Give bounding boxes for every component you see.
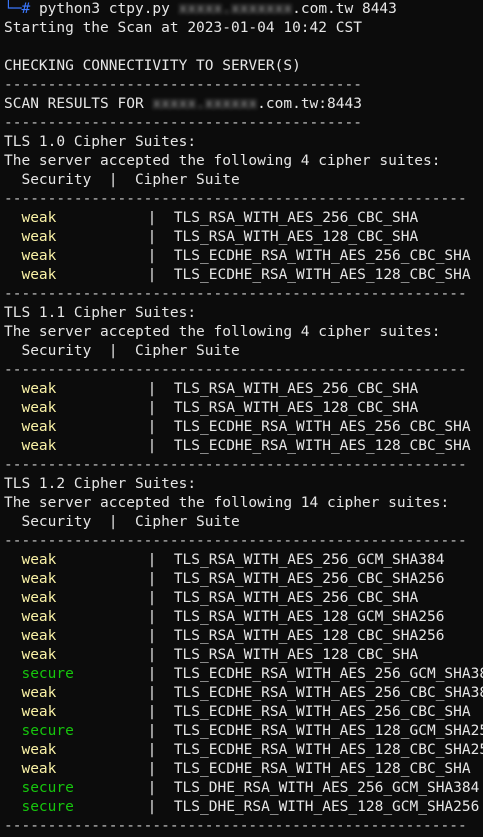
security-level: weak (21, 419, 57, 435)
cipher-row: weak | TLS_ECDHE_RSA_WITH_AES_128_CBC_SHA (21, 267, 471, 283)
cipher-suite-name: TLS_RSA_WITH_AES_128_CBC_SHA (173, 229, 419, 245)
long-separator: ----------------------------------------… (4, 191, 467, 207)
command-host-redacted: xxxxx.xxxxxxx (178, 1, 293, 17)
security-level: weak (21, 761, 57, 777)
cipher-suite-name: TLS_ECDHE_RSA_WITH_AES_128_CBC_SHA (173, 267, 471, 283)
cipher-suite-name: TLS_ECDHE_RSA_WITH_AES_256_GCM_SHA384 (173, 666, 483, 682)
terminal-output[interactable]: └─# python3 ctpy.py xxxxx.xxxxxxx.com.tw… (4, 0, 483, 836)
security-level: secure (21, 723, 74, 739)
command-line: └─# python3 ctpy.py xxxxx.xxxxxxx.com.tw… (4, 0, 483, 19)
security-level: weak (21, 590, 57, 606)
long-separator: ----------------------------------------… (4, 457, 467, 473)
cipher-suite-name: TLS_ECDHE_RSA_WITH_AES_128_GCM_SHA256 (173, 723, 483, 739)
cipher-row: secure | TLS_DHE_RSA_WITH_AES_256_GCM_SHA… (21, 780, 480, 796)
cipher-suite-name: TLS_ECDHE_RSA_WITH_AES_256_CBC_SHA384 (173, 685, 483, 701)
cipher-suite-name: TLS_RSA_WITH_AES_128_CBC_SHA256 (173, 628, 445, 644)
short-separator: ----------------------------------------… (4, 77, 362, 93)
cipher-row: weak | TLS_ECDHE_RSA_WITH_AES_256_CBC_SHA (21, 248, 471, 264)
cipher-row: weak | TLS_RSA_WITH_AES_256_GCM_SHA384 (21, 552, 445, 568)
table-header: Security | Cipher Suite (4, 343, 240, 359)
command-suffix: .com.tw 8443 (292, 1, 397, 17)
results-prefix: SCAN RESULTS FOR (4, 96, 153, 112)
cipher-row: secure | TLS_ECDHE_RSA_WITH_AES_128_GCM_S… (4, 722, 483, 741)
security-level: weak (21, 704, 57, 720)
security-level: weak (21, 381, 57, 397)
cipher-row: secure | TLS_ECDHE_RSA_WITH_AES_256_GCM_S… (4, 665, 483, 684)
security-level: secure (21, 799, 74, 815)
cipher-suite-name: TLS_RSA_WITH_AES_256_GCM_SHA384 (173, 552, 445, 568)
cipher-suite-name: TLS_RSA_WITH_AES_128_CBC_SHA (173, 400, 419, 416)
cipher-row: weak | TLS_RSA_WITH_AES_256_CBC_SHA256 (21, 571, 445, 587)
results-suffix: .com.tw:8443 (257, 96, 362, 112)
cipher-suite-name: TLS_ECDHE_RSA_WITH_AES_128_CBC_SHA (173, 761, 471, 777)
cipher-suite-name: TLS_ECDHE_RSA_WITH_AES_128_CBC_SHA256 (173, 742, 483, 758)
cipher-suite-name: TLS_RSA_WITH_AES_128_CBC_SHA (173, 647, 419, 663)
cipher-row: weak | TLS_ECDHE_RSA_WITH_AES_128_CBC_SHA (21, 761, 471, 777)
cipher-suite-name: TLS_RSA_WITH_AES_128_GCM_SHA256 (173, 609, 445, 625)
long-separator: ----------------------------------------… (4, 362, 467, 378)
section-title: TLS 1.0 Cipher Suites: (4, 134, 197, 150)
security-level: weak (21, 647, 57, 663)
cipher-suite-name: TLS_RSA_WITH_AES_256_CBC_SHA (173, 590, 419, 606)
cipher-suite-name: TLS_ECDHE_RSA_WITH_AES_256_CBC_SHA (173, 248, 471, 264)
start-line: Starting the Scan at 2023-01-04 10:42 CS… (4, 20, 362, 36)
results-line: SCAN RESULTS FOR xxxxx.xxxxxx.com.tw:844… (4, 95, 483, 114)
table-header: Security | Cipher Suite (4, 514, 240, 530)
cipher-suite-name: TLS_ECDHE_RSA_WITH_AES_256_CBC_SHA (173, 704, 471, 720)
cipher-row: weak | TLS_ECDHE_RSA_WITH_AES_256_CBC_SHA… (4, 684, 483, 703)
results-host-redacted: xxxxx.xxxxxx (152, 96, 258, 112)
cipher-row: weak | TLS_RSA_WITH_AES_128_GCM_SHA256 (21, 609, 445, 625)
command-prefix: python3 ctpy.py (38, 1, 179, 17)
security-level: weak (21, 628, 57, 644)
security-level: weak (21, 210, 57, 226)
long-separator: ----------------------------------------… (4, 533, 467, 549)
long-separator: ----------------------------------------… (4, 286, 467, 302)
cipher-row: weak | TLS_ECDHE_RSA_WITH_AES_256_CBC_SHA (21, 419, 471, 435)
security-level: secure (21, 666, 74, 682)
security-level: weak (21, 229, 57, 245)
cipher-row: weak | TLS_RSA_WITH_AES_256_CBC_SHA (21, 381, 419, 397)
connectivity-header: CHECKING CONNECTIVITY TO SERVER(S) (4, 58, 301, 74)
table-header: Security | Cipher Suite (4, 172, 240, 188)
cipher-sections: TLS 1.0 Cipher Suites: The server accepte… (4, 133, 483, 836)
cipher-suite-name: TLS_RSA_WITH_AES_256_CBC_SHA256 (173, 571, 445, 587)
security-level: weak (21, 400, 57, 416)
cipher-row: weak | TLS_ECDHE_RSA_WITH_AES_128_CBC_SHA (21, 438, 471, 454)
cipher-row: weak | TLS_ECDHE_RSA_WITH_AES_128_CBC_SHA… (4, 741, 483, 760)
cipher-row: weak | TLS_RSA_WITH_AES_256_CBC_SHA (21, 210, 419, 226)
accepted-count-line: The server accepted the following 14 cip… (4, 495, 450, 511)
cipher-row: weak | TLS_ECDHE_RSA_WITH_AES_256_CBC_SHA (21, 704, 471, 720)
section-title: TLS 1.1 Cipher Suites: (4, 305, 197, 321)
cipher-suite-name: TLS_DHE_RSA_WITH_AES_256_GCM_SHA384 (173, 780, 480, 796)
cipher-row: weak | TLS_RSA_WITH_AES_128_CBC_SHA (21, 229, 419, 245)
cipher-row: weak | TLS_RSA_WITH_AES_256_CBC_SHA (21, 590, 419, 606)
security-level: weak (21, 742, 57, 758)
short-separator: ----------------------------------------… (4, 115, 362, 131)
security-level: weak (21, 248, 57, 264)
security-level: weak (21, 438, 57, 454)
cipher-suite-name: TLS_DHE_RSA_WITH_AES_128_GCM_SHA256 (173, 799, 480, 815)
cipher-suite-name: TLS_RSA_WITH_AES_256_CBC_SHA (173, 210, 419, 226)
security-level: secure (21, 780, 74, 796)
security-level: weak (21, 609, 57, 625)
cipher-suite-name: TLS_ECDHE_RSA_WITH_AES_256_CBC_SHA (173, 419, 471, 435)
cipher-row: secure | TLS_DHE_RSA_WITH_AES_128_GCM_SHA… (21, 799, 480, 815)
cipher-suite-name: TLS_RSA_WITH_AES_256_CBC_SHA (173, 381, 419, 397)
accepted-count-line: The server accepted the following 4 ciph… (4, 153, 441, 169)
security-level: weak (21, 571, 57, 587)
security-level: weak (21, 685, 57, 701)
accepted-count-line: The server accepted the following 4 ciph… (4, 324, 441, 340)
security-level: weak (21, 267, 57, 283)
cipher-row: weak | TLS_RSA_WITH_AES_128_CBC_SHA (21, 400, 419, 416)
cipher-row: weak | TLS_RSA_WITH_AES_128_CBC_SHA256 (21, 628, 445, 644)
prompt-glyph: └─# (4, 1, 31, 17)
section-title: TLS 1.2 Cipher Suites: (4, 476, 197, 492)
cipher-suite-name: TLS_ECDHE_RSA_WITH_AES_128_CBC_SHA (173, 438, 471, 454)
security-level: weak (21, 552, 57, 568)
long-separator: ----------------------------------------… (4, 818, 467, 834)
cipher-row: weak | TLS_RSA_WITH_AES_128_CBC_SHA (21, 647, 419, 663)
